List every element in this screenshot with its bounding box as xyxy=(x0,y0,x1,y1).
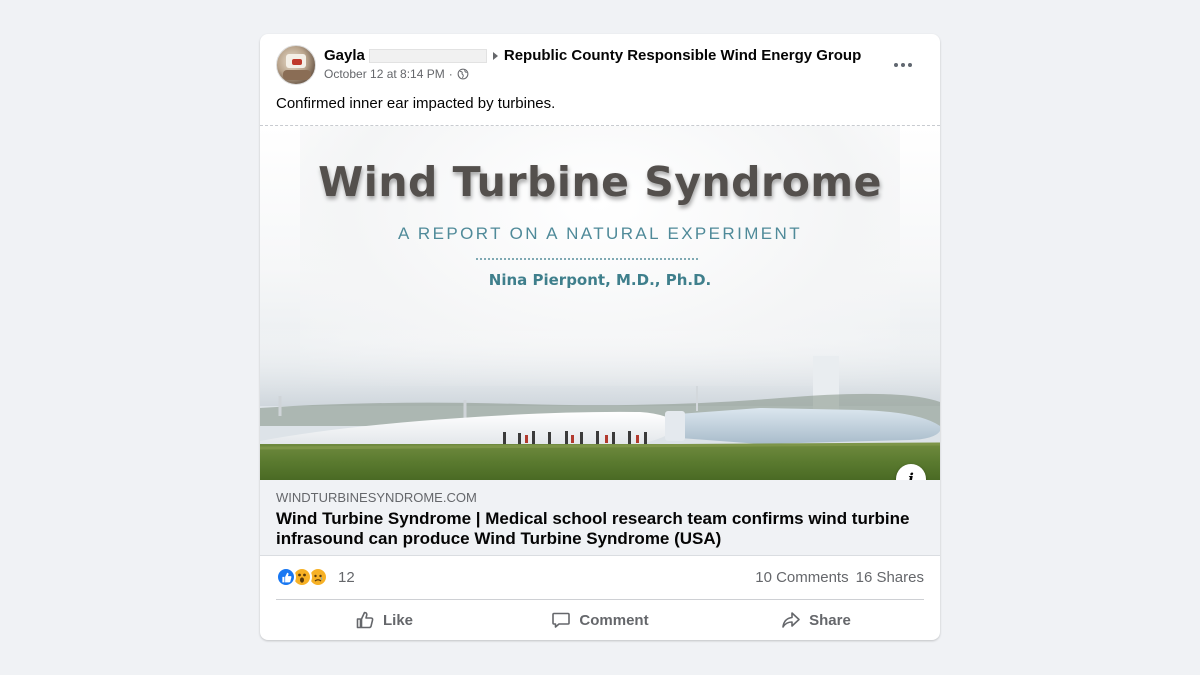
redacted-name xyxy=(368,48,487,63)
comment-icon xyxy=(552,612,571,628)
like-label: Like xyxy=(382,611,413,629)
image-dotted-divider xyxy=(476,258,698,260)
shares-count[interactable]: 16 Shares xyxy=(856,569,924,586)
comment-label: Comment xyxy=(579,611,649,629)
post-card: Gayla Republic County Responsible Wind E… xyxy=(260,34,940,640)
author-name[interactable]: Gayla xyxy=(324,47,365,64)
link-domain: WINDTURBINESYNDROME.COM xyxy=(276,490,477,505)
reactions-summary[interactable]: 12 xyxy=(276,567,355,587)
share-button[interactable]: Share xyxy=(708,604,924,636)
share-icon xyxy=(782,612,800,628)
share-label: Share xyxy=(809,611,851,629)
divider xyxy=(276,599,924,600)
thumbs-up-icon xyxy=(356,611,374,629)
like-button[interactable]: Like xyxy=(276,604,492,636)
comment-button[interactable]: Comment xyxy=(492,604,708,636)
image-author: Nina Pierpont, M.D., Ph.D. xyxy=(488,271,712,289)
reaction-count: 12 xyxy=(338,568,355,586)
more-options-icon[interactable] xyxy=(888,53,918,77)
comment-share-counts: 10 Comments 16 Shares xyxy=(755,569,924,586)
author-line: Gayla Republic County Responsible Wind E… xyxy=(324,47,861,64)
post-meta: October 12 at 8:14 PM · xyxy=(324,67,469,81)
link-title[interactable]: Wind Turbine Syndrome | Medical school r… xyxy=(276,509,926,549)
like-icon xyxy=(276,567,296,587)
post-text: Confirmed inner ear impacted by turbines… xyxy=(276,95,556,112)
engagement-bar: 12 10 Comments 16 Shares xyxy=(276,564,924,594)
image-title: Wind Turbine Syndrome xyxy=(318,158,882,206)
globe-icon xyxy=(457,68,469,80)
link-preview-image[interactable]: Wind Turbine Syndrome A REPORT ON A NATU… xyxy=(260,126,940,480)
caret-right-icon xyxy=(492,51,498,60)
post-header: Gayla Republic County Responsible Wind E… xyxy=(276,45,924,87)
comments-count[interactable]: 10 Comments xyxy=(755,569,848,586)
post-timestamp[interactable]: October 12 at 8:14 PM xyxy=(324,67,445,81)
link-preview-caption[interactable]: WINDTURBINESYNDROME.COM Wind Turbine Syn… xyxy=(260,480,940,556)
group-name[interactable]: Republic County Responsible Wind Energy … xyxy=(504,47,861,64)
meta-separator: · xyxy=(448,67,453,81)
action-bar: Like Comment Share xyxy=(276,604,924,636)
image-subtitle: A REPORT ON A NATURAL EXPERIMENT xyxy=(398,224,802,243)
author-avatar[interactable] xyxy=(276,45,316,85)
